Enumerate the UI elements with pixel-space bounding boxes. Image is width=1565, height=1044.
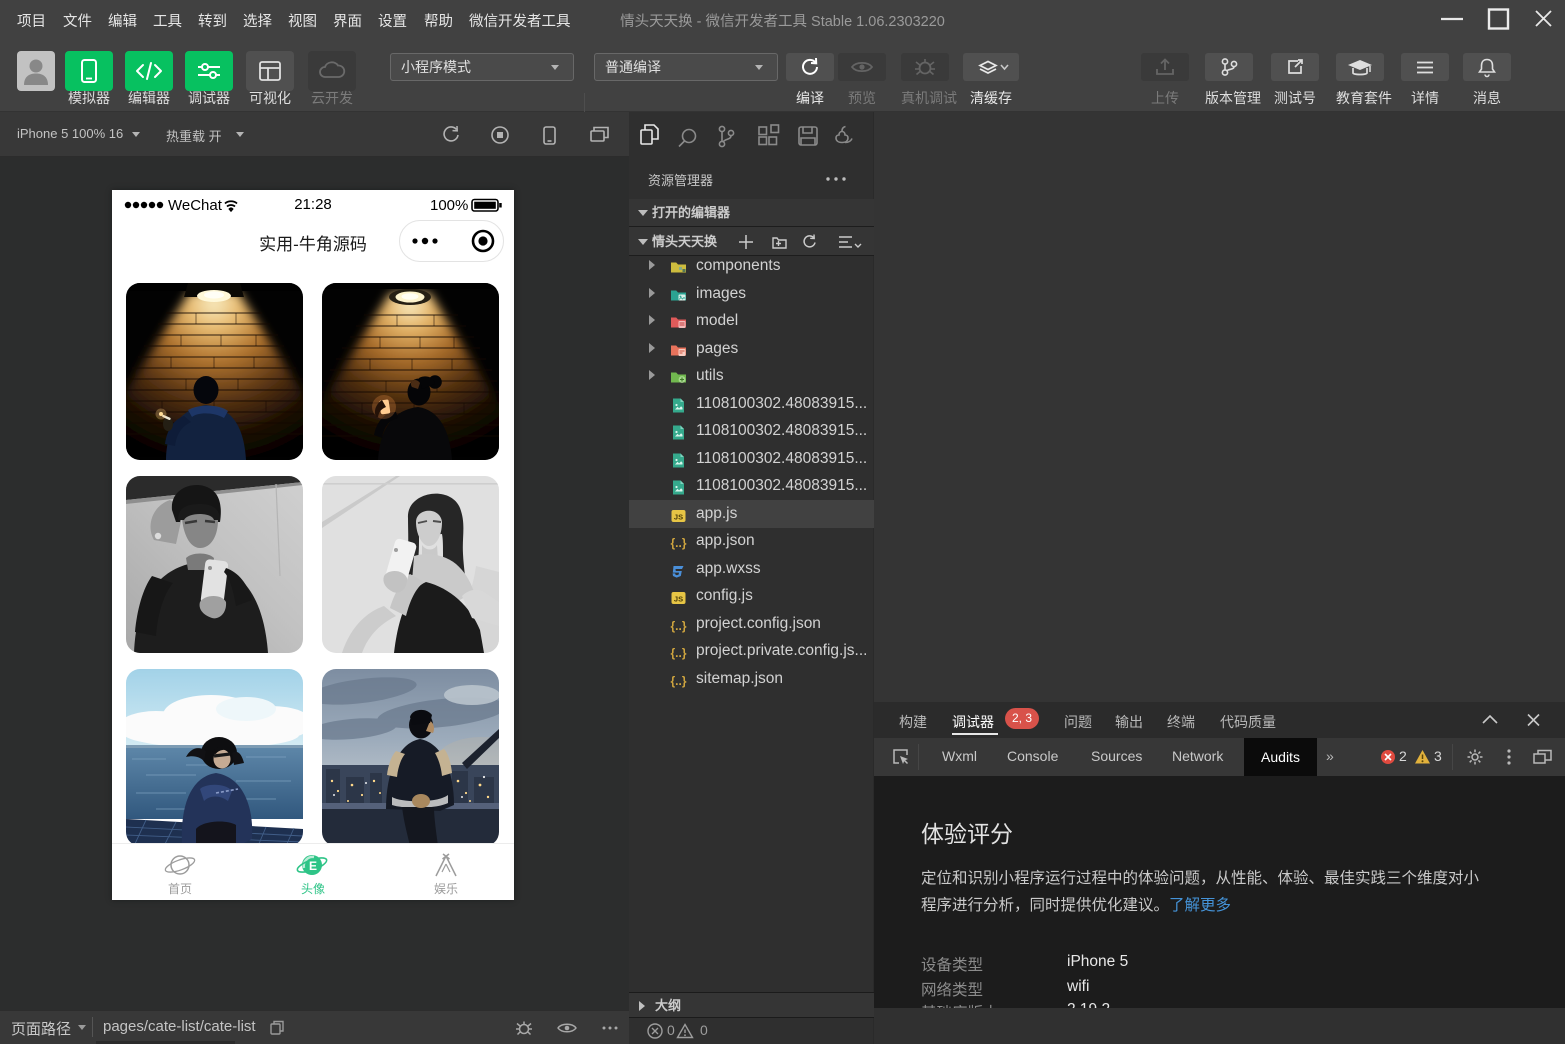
svg-text:{..}: {..} <box>670 536 686 550</box>
svg-text:E: E <box>309 859 317 873</box>
svg-text:{..}: {..} <box>670 674 686 688</box>
svg-text:JS: JS <box>674 594 683 603</box>
svg-text:{..}: {..} <box>670 619 686 633</box>
svg-text:{..}: {..} <box>670 646 686 660</box>
svg-text:100%: 100% <box>430 197 468 214</box>
svg-text:JS: JS <box>674 512 683 521</box>
